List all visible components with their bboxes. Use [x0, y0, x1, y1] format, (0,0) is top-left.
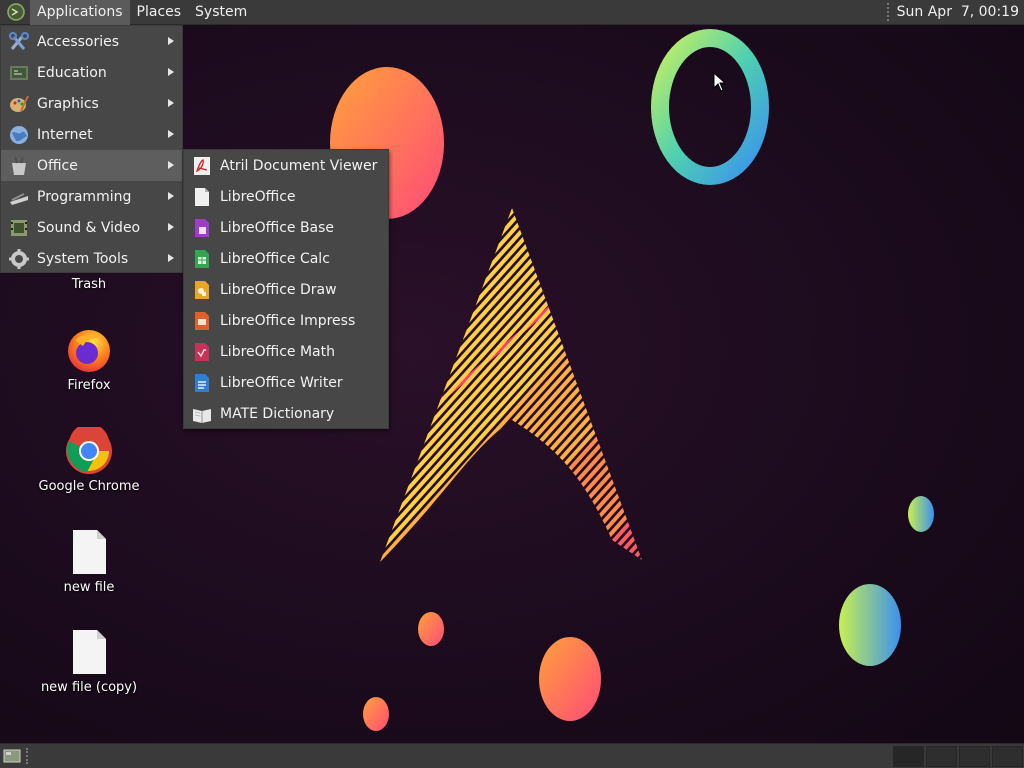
desktop-icon-label: Trash — [71, 277, 107, 292]
file-icon — [73, 630, 106, 674]
libreoffice-draw-icon — [191, 279, 213, 301]
show-desktop-icon[interactable] — [3, 748, 21, 764]
chrome-icon — [66, 427, 112, 474]
submenu-arrow-icon — [168, 223, 174, 231]
libreoffice-impress-icon — [191, 310, 213, 332]
panel-handle[interactable] — [886, 3, 891, 21]
desktop-icon-new-file[interactable]: new file — [34, 528, 144, 595]
workspace-1[interactable] — [893, 746, 924, 767]
submenu-item-libreoffice-math[interactable]: LibreOffice Math — [184, 336, 388, 367]
workspace-2[interactable] — [926, 746, 957, 767]
submenu-item-libreoffice-impress[interactable]: LibreOffice Impress — [184, 305, 388, 336]
desktop-icon-label: Firefox — [67, 378, 111, 393]
mouse-pointer-icon — [713, 72, 727, 92]
graphics-icon — [8, 93, 30, 115]
submenu-item-atril[interactable]: Atril Document Viewer — [184, 150, 388, 181]
desktop-icon-label: new file — [63, 580, 115, 595]
places-menu[interactable]: Places — [130, 0, 189, 25]
desktop-icon-google-chrome[interactable]: Google Chrome — [34, 427, 144, 494]
submenu-arrow-icon — [168, 254, 174, 262]
libreoffice-icon — [191, 186, 213, 208]
menu-item-education[interactable]: Education — [1, 57, 182, 88]
libreoffice-calc-icon — [191, 248, 213, 270]
programming-icon — [8, 186, 30, 208]
panel-handle[interactable] — [26, 748, 30, 764]
menu-item-office[interactable]: Office — [1, 150, 182, 181]
accessories-icon — [8, 31, 30, 53]
submenu-arrow-icon — [168, 161, 174, 169]
top-panel: Applications Places System Sun Apr 7, 00… — [0, 0, 1024, 25]
submenu-item-libreoffice-base[interactable]: LibreOffice Base — [184, 212, 388, 243]
workspace-4[interactable] — [992, 746, 1023, 767]
system-menu[interactable]: System — [188, 0, 254, 25]
libreoffice-writer-icon — [191, 372, 213, 394]
libreoffice-base-icon — [191, 217, 213, 239]
submenu-item-libreoffice[interactable]: LibreOffice — [184, 181, 388, 212]
desktop-icon-trash[interactable]: Trash — [34, 277, 144, 292]
menu-item-sound-video[interactable]: Sound & Video — [1, 212, 182, 243]
submenu-item-libreoffice-writer[interactable]: LibreOffice Writer — [184, 367, 388, 398]
mate-logo-icon[interactable] — [5, 1, 27, 23]
submenu-arrow-icon — [168, 192, 174, 200]
clock[interactable]: Sun Apr 7, 00:19 — [897, 4, 1024, 20]
desktop-icon-label: new file (copy) — [40, 680, 138, 695]
atril-icon — [191, 155, 213, 177]
desktop-icon-label: Google Chrome — [38, 479, 140, 494]
office-icon — [8, 155, 30, 177]
file-icon — [73, 530, 106, 574]
desktop-icon-firefox[interactable]: Firefox — [34, 326, 144, 393]
firefox-icon — [68, 330, 110, 372]
applications-dropdown: Accessories Education Graphics Internet … — [0, 25, 183, 273]
submenu-arrow-icon — [168, 99, 174, 107]
submenu-item-mate-dictionary[interactable]: MATE Dictionary — [184, 398, 388, 429]
system-tools-icon — [8, 248, 30, 270]
libreoffice-math-icon — [191, 341, 213, 363]
submenu-arrow-icon — [168, 37, 174, 45]
menu-item-accessories[interactable]: Accessories — [1, 26, 182, 57]
menu-item-internet[interactable]: Internet — [1, 119, 182, 150]
menu-item-system-tools[interactable]: System Tools — [1, 243, 182, 274]
submenu-item-libreoffice-calc[interactable]: LibreOffice Calc — [184, 243, 388, 274]
submenu-arrow-icon — [168, 68, 174, 76]
menu-item-programming[interactable]: Programming — [1, 181, 182, 212]
dictionary-icon — [191, 403, 213, 425]
internet-icon — [8, 124, 30, 146]
workspace-3[interactable] — [959, 746, 990, 767]
submenu-item-libreoffice-draw[interactable]: LibreOffice Draw — [184, 274, 388, 305]
menu-item-graphics[interactable]: Graphics — [1, 88, 182, 119]
bottom-panel — [0, 743, 1024, 768]
office-submenu: Atril Document Viewer LibreOffice LibreO… — [183, 149, 389, 429]
sound-video-icon — [8, 217, 30, 239]
desktop-icon-new-file-copy[interactable]: new file (copy) — [34, 628, 144, 695]
applications-menu[interactable]: Applications — [30, 0, 130, 25]
submenu-arrow-icon — [168, 130, 174, 138]
education-icon — [8, 62, 30, 84]
